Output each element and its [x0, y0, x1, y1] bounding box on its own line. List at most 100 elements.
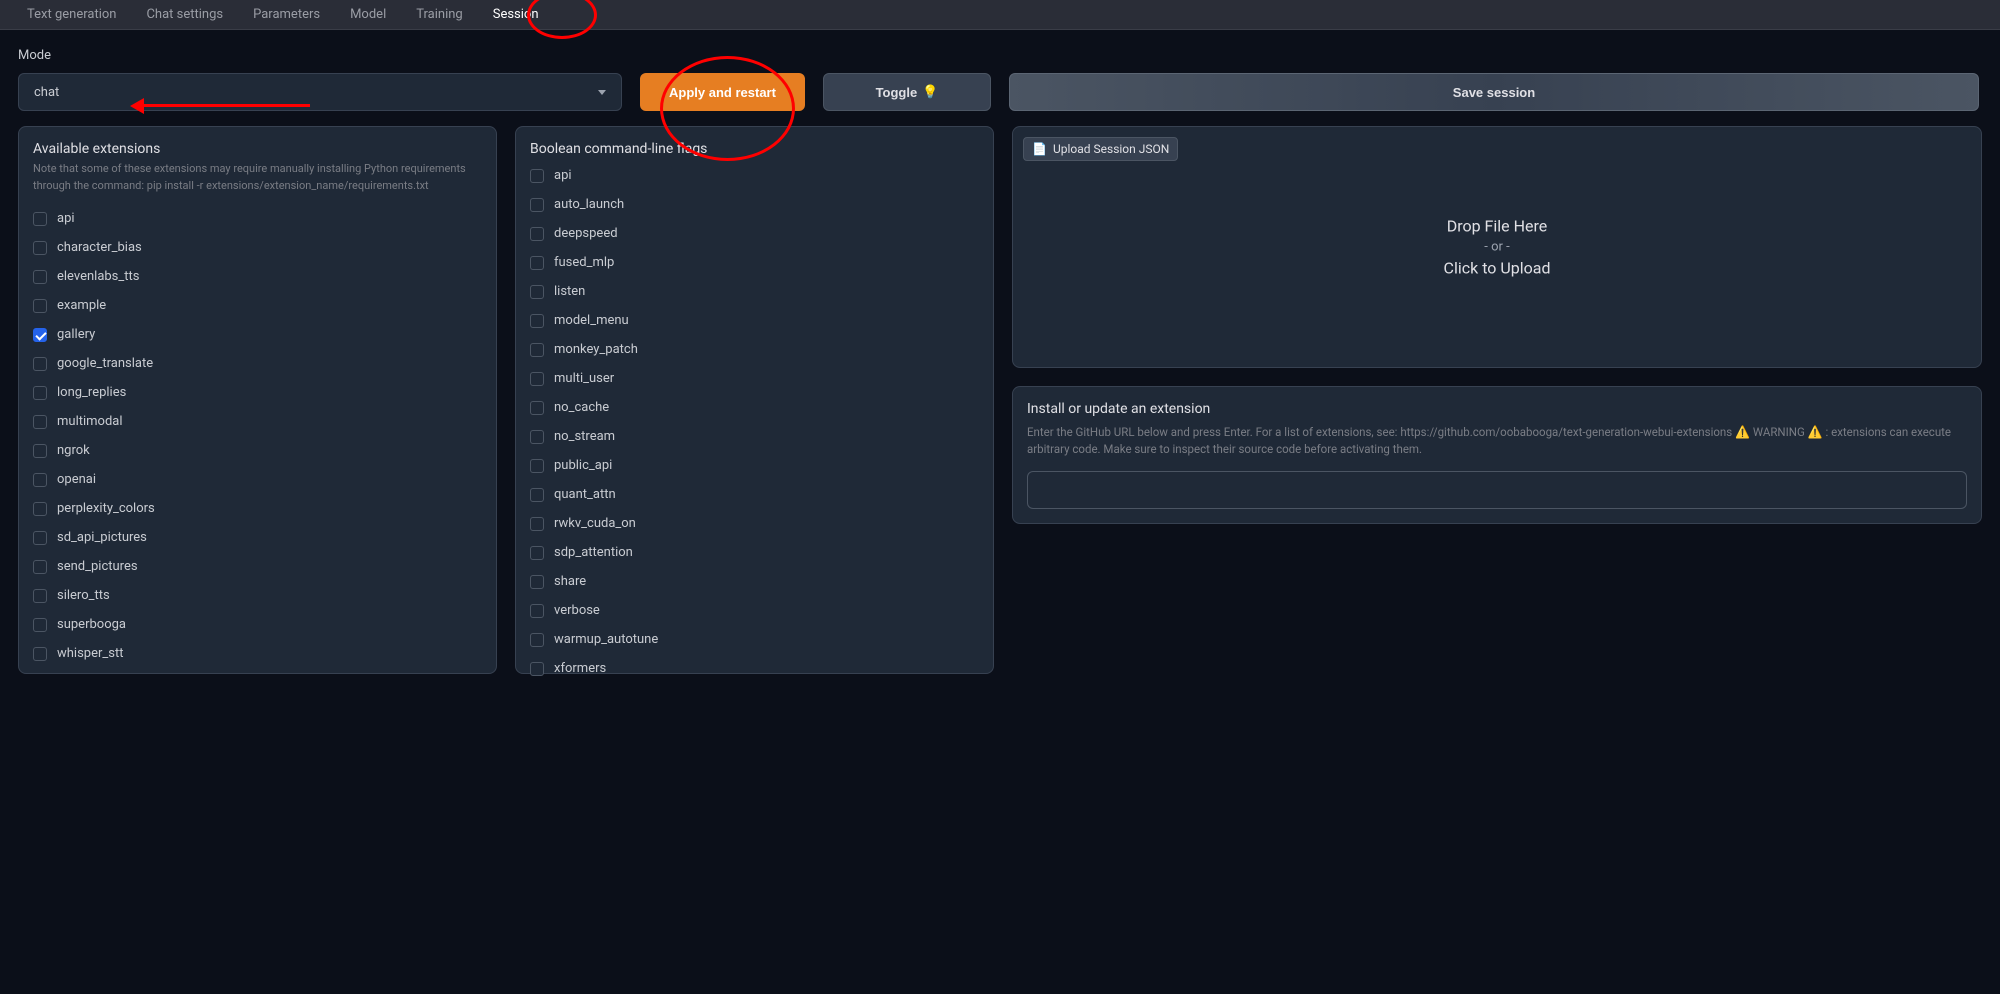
toggle-button[interactable]: Toggle 💡: [823, 73, 991, 111]
checkbox[interactable]: [33, 357, 47, 371]
install-url-input[interactable]: [1027, 471, 1967, 509]
tab-model[interactable]: Model: [335, 0, 401, 30]
upload-dropzone[interactable]: Drop File Here - or - Click to Upload: [1444, 217, 1551, 278]
checkbox[interactable]: [33, 328, 47, 342]
checkbox[interactable]: [530, 372, 544, 386]
extension-item-gallery[interactable]: gallery: [33, 320, 482, 349]
checkbox-label: superbooga: [57, 617, 126, 632]
save-session-button[interactable]: Save session: [1009, 73, 1979, 111]
checkbox[interactable]: [33, 473, 47, 487]
extension-item-multimodal[interactable]: multimodal: [33, 407, 482, 436]
flag-item-public_api[interactable]: public_api: [530, 451, 979, 480]
checkbox-label: verbose: [554, 603, 600, 618]
flag-item-monkey_patch[interactable]: monkey_patch: [530, 335, 979, 364]
extension-item-perplexity_colors[interactable]: perplexity_colors: [33, 494, 482, 523]
extension-item-ngrok[interactable]: ngrok: [33, 436, 482, 465]
extension-item-sd_api_pictures[interactable]: sd_api_pictures: [33, 523, 482, 552]
checkbox[interactable]: [530, 633, 544, 647]
checkbox[interactable]: [33, 270, 47, 284]
upload-badge[interactable]: 📄 Upload Session JSON: [1023, 137, 1178, 161]
checkbox[interactable]: [33, 560, 47, 574]
flag-item-api[interactable]: api: [530, 161, 979, 190]
flag-item-share[interactable]: share: [530, 567, 979, 596]
checkbox-label: elevenlabs_tts: [57, 269, 139, 284]
tab-session[interactable]: Session: [478, 0, 554, 30]
tab-chat-settings[interactable]: Chat settings: [131, 0, 238, 30]
mode-value: chat: [34, 85, 59, 100]
flag-item-listen[interactable]: listen: [530, 277, 979, 306]
flag-item-no_stream[interactable]: no_stream: [530, 422, 979, 451]
checkbox[interactable]: [530, 314, 544, 328]
checkbox[interactable]: [530, 546, 544, 560]
extension-item-whisper_stt[interactable]: whisper_stt: [33, 639, 482, 668]
file-icon: 📄: [1032, 142, 1047, 156]
checkbox[interactable]: [530, 227, 544, 241]
extension-item-openai[interactable]: openai: [33, 465, 482, 494]
flag-item-auto_launch[interactable]: auto_launch: [530, 190, 979, 219]
checkbox[interactable]: [33, 212, 47, 226]
checkbox[interactable]: [530, 401, 544, 415]
checkbox[interactable]: [33, 618, 47, 632]
flags-title: Boolean command-line flags: [530, 141, 979, 157]
install-note: Enter the GitHub URL below and press Ent…: [1027, 423, 1967, 459]
checkbox[interactable]: [530, 256, 544, 270]
extension-item-send_pictures[interactable]: send_pictures: [33, 552, 482, 581]
tab-training[interactable]: Training: [401, 0, 477, 30]
checkbox-label: listen: [554, 284, 585, 299]
checkbox-label: no_stream: [554, 429, 615, 444]
extension-item-elevenlabs_tts[interactable]: elevenlabs_tts: [33, 262, 482, 291]
checkbox-label: whisper_stt: [57, 646, 123, 661]
checkbox[interactable]: [33, 299, 47, 313]
apply-restart-button[interactable]: Apply and restart: [640, 73, 805, 111]
checkbox-label: xformers: [554, 661, 606, 676]
mode-select[interactable]: chat: [18, 73, 622, 111]
extension-item-google_translate[interactable]: google_translate: [33, 349, 482, 378]
checkbox[interactable]: [530, 662, 544, 676]
checkbox[interactable]: [530, 285, 544, 299]
flag-item-model_menu[interactable]: model_menu: [530, 306, 979, 335]
checkbox[interactable]: [530, 169, 544, 183]
extension-item-superbooga[interactable]: superbooga: [33, 610, 482, 639]
flag-item-multi_user[interactable]: multi_user: [530, 364, 979, 393]
checkbox[interactable]: [530, 459, 544, 473]
extension-item-character_bias[interactable]: character_bias: [33, 233, 482, 262]
flag-item-rwkv_cuda_on[interactable]: rwkv_cuda_on: [530, 509, 979, 538]
checkbox-label: rwkv_cuda_on: [554, 516, 636, 531]
checkbox-label: monkey_patch: [554, 342, 638, 357]
flag-item-quant_attn[interactable]: quant_attn: [530, 480, 979, 509]
toggle-label: Toggle: [876, 85, 918, 100]
checkbox[interactable]: [33, 444, 47, 458]
checkbox[interactable]: [33, 502, 47, 516]
flag-item-deepspeed[interactable]: deepspeed: [530, 219, 979, 248]
flag-item-sdp_attention[interactable]: sdp_attention: [530, 538, 979, 567]
checkbox[interactable]: [530, 343, 544, 357]
checkbox[interactable]: [530, 430, 544, 444]
checkbox[interactable]: [530, 198, 544, 212]
checkbox[interactable]: [33, 531, 47, 545]
lightbulb-icon: 💡: [922, 84, 938, 100]
tab-parameters[interactable]: Parameters: [238, 0, 335, 30]
upload-panel[interactable]: 📄 Upload Session JSON Drop File Here - o…: [1012, 126, 1982, 368]
checkbox[interactable]: [33, 647, 47, 661]
extension-item-example[interactable]: example: [33, 291, 482, 320]
flag-item-warmup_autotune[interactable]: warmup_autotune: [530, 625, 979, 654]
extension-item-silero_tts[interactable]: silero_tts: [33, 581, 482, 610]
checkbox[interactable]: [530, 517, 544, 531]
checkbox[interactable]: [530, 575, 544, 589]
flag-item-xformers[interactable]: xformers: [530, 654, 979, 683]
flags-list: apiauto_launch deepspeed fused_mlplisten mo…: [530, 161, 979, 683]
extension-item-long_replies[interactable]: long_replies: [33, 378, 482, 407]
checkbox[interactable]: [33, 241, 47, 255]
flag-item-verbose[interactable]: verbose: [530, 596, 979, 625]
extension-item-api[interactable]: api: [33, 204, 482, 233]
checkbox[interactable]: [530, 488, 544, 502]
checkbox[interactable]: [33, 415, 47, 429]
checkbox[interactable]: [530, 604, 544, 618]
checkbox-label: deepspeed: [554, 226, 618, 241]
checkbox-label: api: [57, 211, 75, 226]
checkbox[interactable]: [33, 589, 47, 603]
flag-item-fused_mlp[interactable]: fused_mlp: [530, 248, 979, 277]
flag-item-no_cache[interactable]: no_cache: [530, 393, 979, 422]
tab-text-generation[interactable]: Text generation: [12, 0, 131, 30]
checkbox[interactable]: [33, 386, 47, 400]
